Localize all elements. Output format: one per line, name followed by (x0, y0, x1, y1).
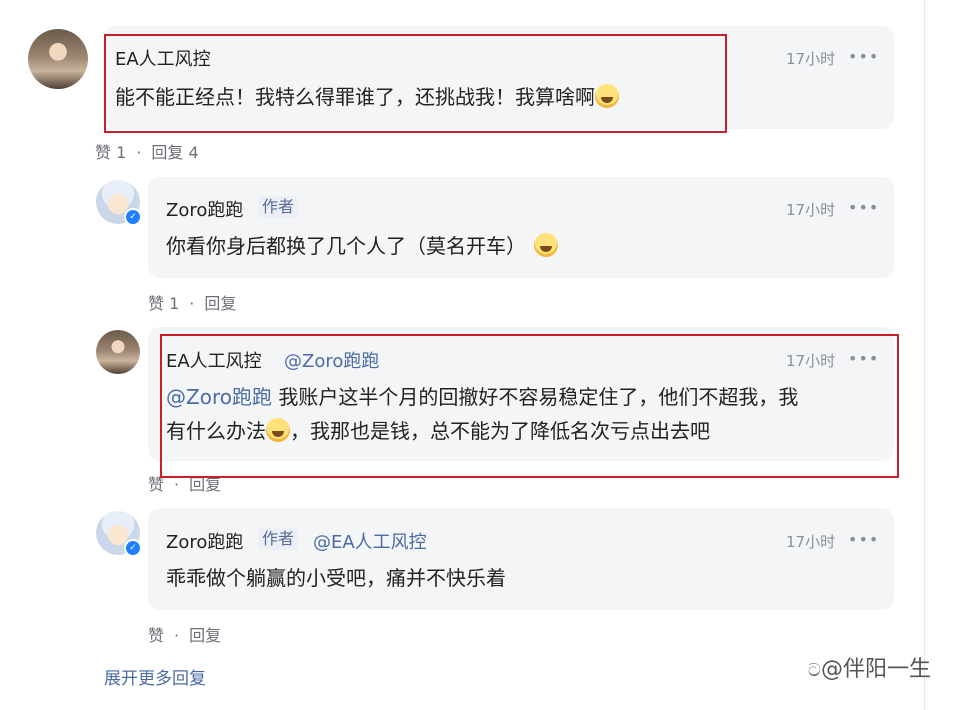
comment-actions: 赞 1 · 回复 (148, 290, 236, 314)
more-horizontal-icon[interactable]: ••• (848, 530, 879, 549)
reply-to-mention[interactable]: @EA人工风控 (313, 528, 427, 554)
comment-actions: 赞 1 · 回复 4 (95, 139, 199, 163)
comment-author[interactable]: Zoro跑跑 (166, 528, 243, 554)
verified-badge-icon: ✓ (124, 539, 142, 557)
weibo-logo-icon: ට (808, 660, 821, 681)
comment-text: 乖乖做个躺赢的小受吧，痛并不快乐着 (166, 566, 506, 590)
comment-time: 17小时 (786, 201, 836, 219)
separator: · (136, 143, 142, 162)
avatar[interactable] (28, 29, 88, 89)
divider (924, 0, 925, 710)
expand-more-replies-link[interactable]: 展开更多回复 (104, 664, 206, 689)
like-button[interactable]: 赞 1 (95, 143, 126, 162)
watermark-text: @伴阳一生 (820, 657, 931, 682)
avatar[interactable] (96, 330, 140, 374)
comment-time: 17小时 (786, 533, 836, 551)
reply-button[interactable]: 回复 (204, 294, 236, 313)
comment-time: 17小时 (786, 50, 836, 68)
like-button[interactable]: 赞 (148, 626, 164, 645)
author-tag: 作者 (258, 528, 299, 550)
comment-text: 你看你身后都换了几个人了（莫名开车） (166, 229, 766, 263)
comment-actions: 赞 · 回复 (148, 622, 221, 646)
comment-text-body: 你看你身后都换了几个人了（莫名开车） (166, 234, 526, 258)
comment-author[interactable]: Zoro跑跑 (166, 196, 243, 222)
watermark: ට@伴阳一生 (808, 651, 931, 683)
comment-thread: EA人工风控 17小时 ••• 能不能正经点！我特么得罪谁了，还挑战我！我算啥啊… (0, 0, 971, 710)
highlight-box (104, 34, 727, 133)
reply-button[interactable]: 回复 4 (151, 143, 198, 162)
more-horizontal-icon[interactable]: ••• (848, 47, 879, 66)
like-button[interactable]: 赞 1 (148, 294, 179, 313)
author-tag: 作者 (258, 196, 299, 218)
emoji-laugh-icon (534, 233, 558, 257)
verified-badge-icon: ✓ (124, 208, 142, 226)
reply-button[interactable]: 回复 (189, 626, 221, 645)
highlight-box (160, 334, 899, 478)
more-horizontal-icon[interactable]: ••• (848, 198, 879, 217)
separator: · (189, 294, 195, 313)
separator: · (174, 626, 180, 645)
